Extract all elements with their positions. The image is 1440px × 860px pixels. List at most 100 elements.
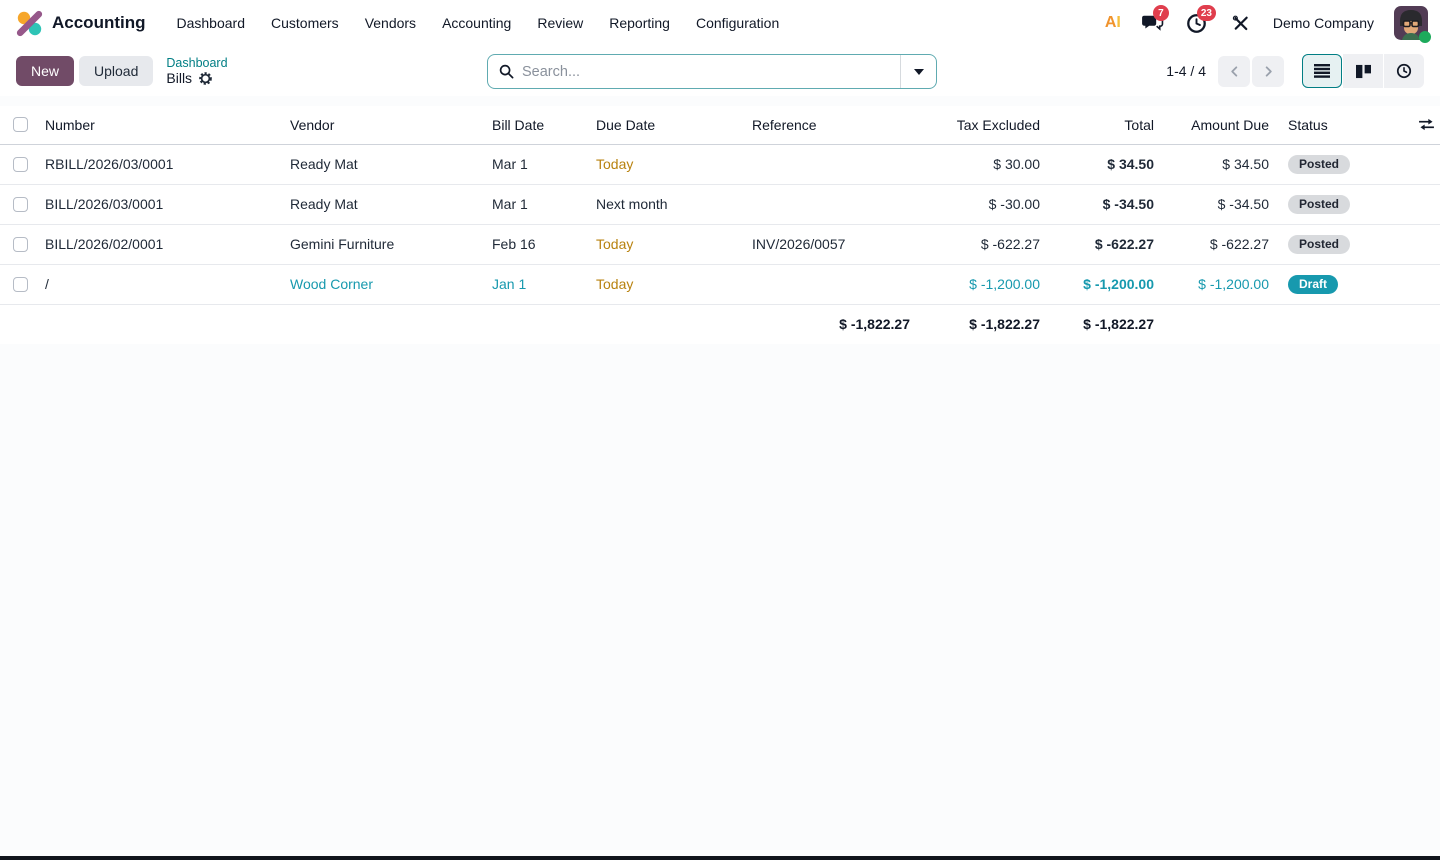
- cell-number: RBILL/2026/03/0001: [40, 144, 284, 184]
- column-header-number[interactable]: Number: [40, 106, 284, 144]
- column-header-amount-due[interactable]: Amount Due: [1160, 106, 1275, 144]
- pager-next-button[interactable]: [1252, 56, 1284, 87]
- activity-view-button[interactable]: [1384, 54, 1424, 88]
- cell-status: Draft: [1275, 264, 1415, 304]
- cell-reference: [746, 264, 916, 304]
- accounting-app-logo-icon: [16, 10, 43, 37]
- status-badge: Posted: [1288, 195, 1350, 214]
- debug-tools-button[interactable]: [1229, 11, 1253, 35]
- total-tax-excluded: $ -1,822.27: [746, 304, 916, 344]
- column-header-reference[interactable]: Reference: [746, 106, 916, 144]
- search-icon: [499, 64, 514, 79]
- cell-status: Posted: [1275, 144, 1415, 184]
- adjust-columns-icon: [1419, 118, 1434, 131]
- upload-button[interactable]: Upload: [79, 56, 153, 86]
- crossed-tools-icon: [1232, 14, 1250, 32]
- control-panel: New Upload Dashboard Bills: [0, 46, 1440, 96]
- status-badge: Posted: [1288, 235, 1350, 254]
- row-checkbox[interactable]: [13, 237, 28, 252]
- optional-columns-button[interactable]: [1415, 106, 1440, 144]
- activity-clock-icon: [1396, 63, 1412, 79]
- column-header-total[interactable]: Total: [1046, 106, 1160, 144]
- bottom-edge: [0, 856, 1440, 860]
- new-button[interactable]: New: [16, 56, 74, 86]
- status-badge: Posted: [1288, 155, 1350, 174]
- activities-count-badge: 23: [1197, 5, 1216, 21]
- cell-due-date: Today: [590, 264, 746, 304]
- company-switcher[interactable]: Demo Company: [1273, 15, 1374, 31]
- cell-vendor: Wood Corner: [284, 264, 486, 304]
- bills-table: Number Vendor Bill Date Due Date Referen…: [0, 106, 1440, 344]
- cell-total: $ -34.50: [1046, 184, 1160, 224]
- ai-icon[interactable]: AI: [1105, 14, 1121, 32]
- menu-configuration[interactable]: Configuration: [683, 7, 792, 39]
- cell-due-date: Today: [590, 144, 746, 184]
- breadcrumb-dashboard-link[interactable]: Dashboard: [166, 56, 227, 70]
- column-header-bill-date[interactable]: Bill Date: [486, 106, 590, 144]
- select-all-checkbox[interactable]: [13, 117, 28, 132]
- menu-vendors[interactable]: Vendors: [352, 7, 429, 39]
- search-filters-toggle[interactable]: [900, 55, 936, 88]
- cell-amount-due: $ -1,200.00: [1160, 264, 1275, 304]
- activities-button[interactable]: 23: [1185, 11, 1209, 35]
- table-row[interactable]: RBILL/2026/03/0001 Ready Mat Mar 1 Today…: [0, 144, 1440, 184]
- cell-vendor: Gemini Furniture: [284, 224, 486, 264]
- messages-button[interactable]: 7: [1141, 11, 1165, 35]
- row-checkbox[interactable]: [13, 277, 28, 292]
- pager-range: 1-4 / 4: [1166, 63, 1206, 79]
- search-input[interactable]: [522, 64, 889, 80]
- cell-tax-excluded: $ -30.00: [916, 184, 1046, 224]
- cell-amount-due: $ -622.27: [1160, 224, 1275, 264]
- kanban-view-button[interactable]: [1343, 54, 1383, 88]
- list-view-button[interactable]: [1302, 54, 1342, 88]
- cell-amount-due: $ 34.50: [1160, 144, 1275, 184]
- row-checkbox[interactable]: [13, 197, 28, 212]
- cell-bill-date: Feb 16: [486, 224, 590, 264]
- chevron-down-icon: [914, 69, 924, 75]
- cell-total: $ -622.27: [1046, 224, 1160, 264]
- menu-reporting[interactable]: Reporting: [596, 7, 683, 39]
- column-header-status[interactable]: Status: [1275, 106, 1415, 144]
- cell-number: BILL/2026/03/0001: [40, 184, 284, 224]
- table-row[interactable]: / Wood Corner Jan 1 Today $ -1,200.00 $ …: [0, 264, 1440, 304]
- cell-reference: [746, 144, 916, 184]
- online-status-dot: [1419, 31, 1431, 43]
- view-switcher: [1302, 54, 1424, 88]
- menu-review[interactable]: Review: [524, 7, 596, 39]
- cell-status: Posted: [1275, 184, 1415, 224]
- cell-amount-due: $ -34.50: [1160, 184, 1275, 224]
- user-menu-button[interactable]: [1394, 6, 1428, 40]
- menu-dashboard[interactable]: Dashboard: [164, 7, 259, 39]
- table-header-row: Number Vendor Bill Date Due Date Referen…: [0, 106, 1440, 144]
- total-total: $ -1,822.27: [916, 304, 1046, 344]
- breadcrumb: Dashboard Bills: [166, 56, 227, 86]
- column-header-tax-excluded[interactable]: Tax Excluded: [916, 106, 1046, 144]
- row-select-cell[interactable]: [0, 264, 40, 304]
- messages-count-badge: 7: [1153, 5, 1169, 21]
- apps-menu-button[interactable]: Accounting: [16, 10, 146, 37]
- totals-row: $ -1,822.27 $ -1,822.27 $ -1,822.27: [0, 304, 1440, 344]
- table-row[interactable]: BILL/2026/02/0001 Gemini Furniture Feb 1…: [0, 224, 1440, 264]
- list-view-icon: [1314, 64, 1330, 78]
- row-select-cell[interactable]: [0, 224, 40, 264]
- select-all-cell[interactable]: [0, 106, 40, 144]
- top-navbar: Accounting Dashboard Customers Vendors A…: [0, 0, 1440, 46]
- cell-reference: [746, 184, 916, 224]
- bills-table-body: RBILL/2026/03/0001 Ready Mat Mar 1 Today…: [0, 144, 1440, 304]
- row-select-cell[interactable]: [0, 144, 40, 184]
- cell-bill-date: Jan 1: [486, 264, 590, 304]
- pager-previous-button[interactable]: [1218, 56, 1250, 87]
- cell-number: /: [40, 264, 284, 304]
- menu-customers[interactable]: Customers: [258, 7, 352, 39]
- cell-tax-excluded: $ -1,200.00: [916, 264, 1046, 304]
- column-header-due-date[interactable]: Due Date: [590, 106, 746, 144]
- gear-icon[interactable]: [198, 71, 213, 86]
- column-header-vendor[interactable]: Vendor: [284, 106, 486, 144]
- row-select-cell[interactable]: [0, 184, 40, 224]
- status-badge: Draft: [1288, 275, 1338, 294]
- cell-number: BILL/2026/02/0001: [40, 224, 284, 264]
- breadcrumb-current-page: Bills: [166, 70, 192, 86]
- menu-accounting[interactable]: Accounting: [429, 7, 524, 39]
- row-checkbox[interactable]: [13, 157, 28, 172]
- table-row[interactable]: BILL/2026/03/0001 Ready Mat Mar 1 Next m…: [0, 184, 1440, 224]
